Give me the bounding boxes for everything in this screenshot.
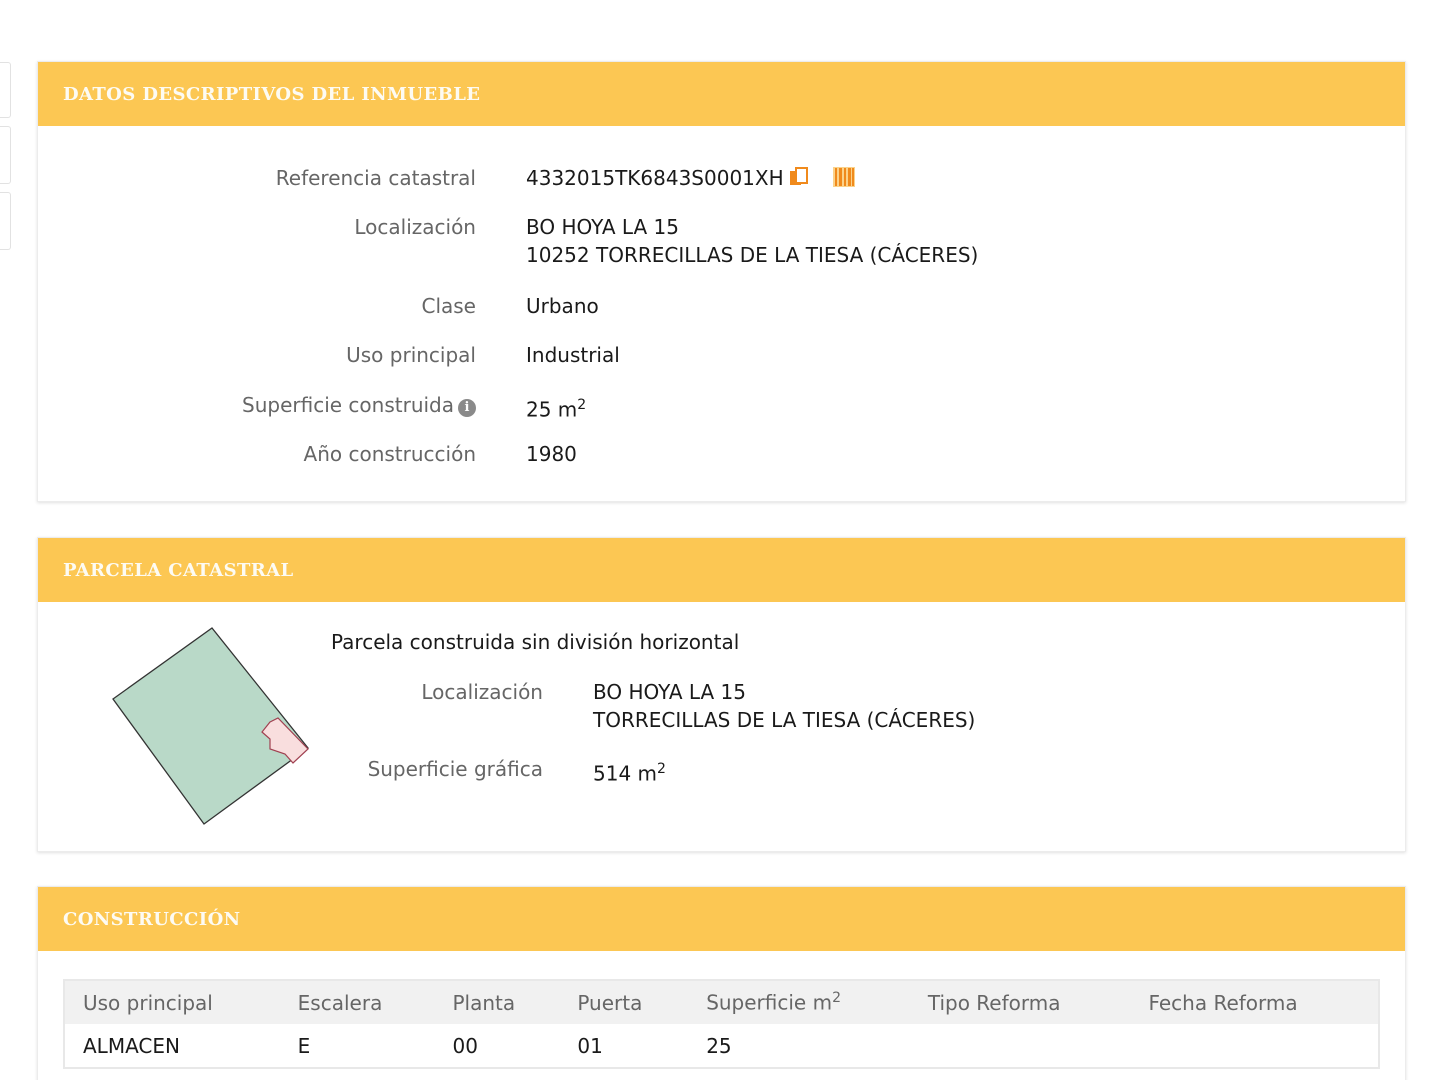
superficie-label-row: Superficie construida i — [242, 391, 476, 419]
anio-value: 1980 — [526, 442, 577, 466]
col-planta: Planta — [434, 980, 560, 1024]
inmueble-panel-header: DATOS DESCRIPTIVOS DEL INMUEBLE — [38, 62, 1405, 126]
localizacion-line1: BO HOYA LA 15 — [526, 215, 679, 239]
copy-icon[interactable] — [788, 166, 810, 188]
cell-fecha-reforma — [1130, 1024, 1379, 1068]
cell-tipo-reforma — [910, 1024, 1131, 1068]
superficie-label: Superficie construida — [242, 393, 454, 417]
cell-planta: 00 — [452, 1033, 478, 1058]
parcela-panel-title: PARCELA CATASTRAL — [63, 559, 294, 581]
referencia-label: Referencia catastral — [275, 166, 476, 190]
referencia-value: 4332015TK6843S0001XH — [526, 166, 784, 190]
uso-value: Industrial — [526, 343, 620, 367]
col-uso-principal: Uso principal — [64, 980, 280, 1024]
col-tipo-reforma: Tipo Reforma — [909, 980, 1131, 1024]
clase-label: Clase — [421, 294, 476, 318]
cell-uso: ALMACEN — [83, 1033, 180, 1058]
superficie-exp: 2 — [577, 397, 587, 413]
parcela-subtitle: Parcela construida sin división horizont… — [331, 630, 740, 654]
cell-superficie: 25 — [706, 1033, 732, 1058]
inmueble-panel-title: DATOS DESCRIPTIVOS DEL INMUEBLE — [63, 83, 481, 105]
inmueble-panel: DATOS DESCRIPTIVOS DEL INMUEBLE Referenc… — [37, 61, 1406, 502]
side-tab-2[interactable] — [0, 126, 11, 184]
info-icon[interactable]: i — [458, 399, 476, 417]
col-superficie-exp: 2 — [832, 990, 841, 1007]
parcela-localizacion-line1: BO HOYA LA 15 — [593, 680, 746, 704]
col-fecha-reforma: Fecha Reforma — [1130, 980, 1379, 1024]
construccion-panel: CONSTRUCCIÓN Uso principal Escalera Plan… — [37, 886, 1406, 1080]
referencia-row: 4332015TK6843S0001XH — [526, 164, 856, 192]
localizacion-label: Localización — [354, 215, 476, 239]
parcela-superficie-label: Superficie gráfica — [367, 757, 543, 781]
table-header-row: Uso principal Escalera Planta Puerta Sup… — [64, 980, 1379, 1024]
parcela-panel: PARCELA CATASTRAL Parcela construida sin… — [37, 537, 1406, 852]
parcela-localizacion-line2: TORRECILLAS DE LA TIESA (CÁCERES) — [593, 708, 976, 732]
anio-label: Año construcción — [303, 442, 476, 466]
cell-escalera: E — [297, 1033, 311, 1058]
parcela-superficie-row: 514 m2 — [593, 755, 666, 788]
col-superficie-label: Superficie m — [706, 990, 833, 1015]
parcela-superficie-value: 514 m — [593, 761, 658, 786]
construccion-panel-title: CONSTRUCCIÓN — [63, 908, 241, 930]
parcel-map[interactable] — [98, 618, 358, 828]
uso-label: Uso principal — [346, 343, 476, 367]
superficie-value: 25 m — [526, 397, 578, 422]
side-tab-3[interactable] — [0, 192, 11, 250]
superficie-value-row: 25 m2 — [526, 391, 586, 424]
construccion-panel-header: CONSTRUCCIÓN — [38, 887, 1405, 951]
construccion-table: Uso principal Escalera Planta Puerta Sup… — [63, 979, 1380, 1069]
parcela-panel-header: PARCELA CATASTRAL — [38, 538, 1405, 602]
table-row: ALMACEN E 00 01 25 — [64, 1024, 1379, 1068]
col-superficie: Superficie m2 — [688, 980, 910, 1024]
barcode-icon[interactable] — [832, 166, 856, 188]
cell-puerta: 01 — [577, 1033, 603, 1058]
col-puerta: Puerta — [559, 980, 689, 1024]
parcela-localizacion-label: Localización — [421, 680, 543, 704]
parcela-superficie-exp: 2 — [657, 761, 666, 777]
localizacion-line2: 10252 TORRECILLAS DE LA TIESA (CÁCERES) — [526, 243, 979, 267]
clase-value: Urbano — [526, 294, 599, 318]
side-tab-1[interactable] — [0, 62, 11, 118]
col-escalera: Escalera — [279, 980, 435, 1024]
